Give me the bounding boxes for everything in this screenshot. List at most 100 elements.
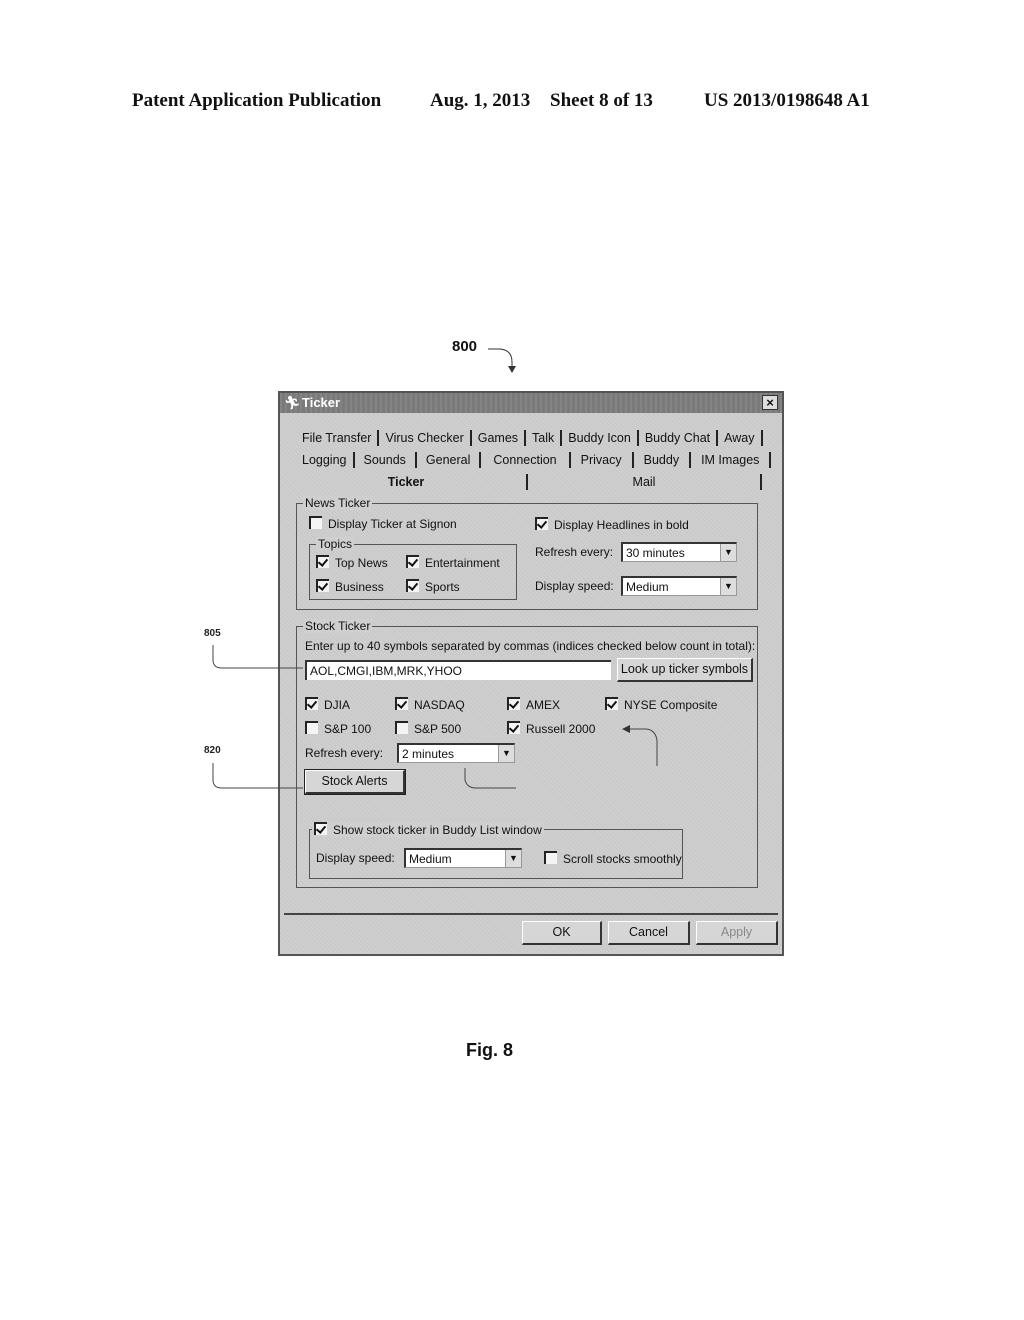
topic-sports[interactable]: Sports — [406, 579, 460, 594]
ref-820: 820 — [204, 745, 221, 756]
checkbox-checked[interactable] — [406, 555, 419, 568]
running-man-icon: 🏃︎ — [284, 395, 301, 410]
checkbox-checked[interactable] — [314, 822, 327, 835]
tab-buddy-chat[interactable]: Buddy Chat — [639, 430, 719, 446]
stock-refresh-select[interactable]: 2 minutes ▼ — [397, 743, 515, 763]
symbols-input[interactable]: AOL,CMGI,IBM,MRK,YHOO — [305, 660, 611, 680]
checkbox-unchecked[interactable] — [395, 721, 408, 734]
news-refresh-select[interactable]: 30 minutes ▼ — [621, 542, 737, 562]
index-label: NYSE Composite — [624, 698, 718, 712]
index-label: S&P 100 — [324, 722, 372, 736]
arrow-800 — [508, 366, 516, 373]
tab-buddy[interactable]: Buddy — [634, 452, 692, 468]
topic-entertainment[interactable]: Entertainment — [406, 555, 500, 570]
tab-general[interactable]: General — [417, 452, 482, 468]
chevron-down-icon[interactable]: ▼ — [720, 544, 736, 561]
index-sp500[interactable]: S&P 500 — [395, 721, 461, 736]
checkbox-checked[interactable] — [316, 555, 329, 568]
tab-row-3: Ticker Mail — [286, 474, 776, 494]
index-djia[interactable]: DJIA — [305, 697, 350, 712]
index-russell-2000[interactable]: Russell 2000 — [507, 721, 595, 736]
index-amex[interactable]: AMEX — [507, 697, 560, 712]
news-ticker-group: News Ticker Display Ticker at Signon Dis… — [296, 496, 758, 610]
checkbox-unchecked[interactable] — [309, 516, 322, 529]
news-speed-label: Display speed: — [535, 579, 614, 593]
title-bar[interactable]: 🏃︎ Ticker × — [280, 393, 782, 413]
tab-sounds[interactable]: Sounds — [355, 452, 417, 468]
chevron-down-icon[interactable]: ▼ — [720, 578, 736, 595]
apply-button[interactable]: Apply — [696, 921, 778, 945]
buddy-speed-label: Display speed: — [316, 851, 395, 865]
tab-row-1: File Transfer Virus Checker Games Talk Buddy… — [296, 430, 763, 450]
tab-row-2: Logging Sounds General Connection Privacy Bud… — [296, 452, 772, 472]
stock-ticker-group: Stock Ticker Enter up to 40 symbols sepa… — [296, 619, 758, 888]
index-label: DJIA — [324, 698, 351, 712]
tab-virus-checker[interactable]: Virus Checker — [379, 430, 472, 446]
ref-805: 805 — [204, 628, 221, 639]
sheet-number: Sheet 8 of 13 — [550, 90, 653, 111]
checkbox-checked[interactable] — [305, 697, 318, 710]
checkbox-checked[interactable] — [507, 721, 520, 734]
leader-800 — [488, 348, 513, 368]
tab-logging[interactable]: Logging — [296, 452, 355, 468]
news-refresh-value: 30 minutes — [626, 546, 685, 560]
index-label: S&P 500 — [414, 722, 462, 736]
index-label: Russell 2000 — [526, 722, 596, 736]
tab-away[interactable]: Away — [718, 430, 763, 446]
index-sp100[interactable]: S&P 100 — [305, 721, 371, 736]
index-nyse-composite[interactable]: NYSE Composite — [605, 697, 717, 712]
tab-file-transfer[interactable]: File Transfer — [296, 430, 380, 446]
scroll-smoothly-label: Scroll stocks smoothly — [563, 852, 682, 866]
topic-top-news[interactable]: Top News — [316, 555, 388, 570]
checkbox-unchecked[interactable] — [544, 851, 557, 864]
topic-label: Sports — [425, 580, 460, 594]
stock-refresh-value: 2 minutes — [402, 747, 455, 761]
checkbox-unchecked[interactable] — [305, 721, 318, 734]
tab-ticker[interactable]: Ticker — [286, 474, 528, 490]
news-speed-select[interactable]: Medium ▼ — [621, 576, 737, 596]
scroll-smoothly-checkbox[interactable]: Scroll stocks smoothly — [544, 851, 682, 866]
checkbox-checked[interactable] — [507, 697, 520, 710]
tab-im-images[interactable]: IM Images — [691, 452, 772, 468]
news-speed-value: Medium — [626, 580, 669, 594]
window-title: Ticker — [302, 395, 341, 410]
symbols-instructions: Enter up to 40 symbols separated by comm… — [305, 639, 756, 653]
chevron-down-icon[interactable]: ▼ — [505, 850, 521, 867]
show-in-buddy-list-checkbox[interactable]: Show stock ticker in Buddy List window — [312, 822, 544, 837]
topic-business[interactable]: Business — [316, 579, 384, 594]
tab-games[interactable]: Games — [472, 430, 527, 446]
news-ticker-label: News Ticker — [303, 496, 373, 510]
stock-ticker-label: Stock Ticker — [303, 619, 373, 633]
stock-refresh-label: Refresh every: — [305, 746, 384, 760]
stock-alerts-button[interactable]: Stock Alerts — [304, 769, 406, 795]
topic-label: Top News — [335, 556, 388, 570]
checkbox-checked[interactable] — [406, 579, 419, 592]
checkbox-checked[interactable] — [535, 517, 548, 530]
close-button[interactable]: × — [762, 395, 778, 410]
index-label: NASDAQ — [414, 698, 465, 712]
headlines-bold-checkbox[interactable]: Display Headlines in bold — [535, 517, 689, 532]
buddy-speed-select[interactable]: Medium ▼ — [404, 848, 522, 868]
checkbox-checked[interactable] — [316, 579, 329, 592]
publication-date: Aug. 1, 2013 — [430, 90, 531, 111]
ticker-dialog: 🏃︎ Ticker × File Transfer Virus Checker Ga… — [278, 391, 784, 956]
checkbox-checked[interactable] — [605, 697, 618, 710]
tab-talk[interactable]: Talk — [526, 430, 563, 446]
topics-label: Topics — [316, 537, 355, 551]
show-in-buddy-list-label: Show stock ticker in Buddy List window — [333, 823, 542, 837]
cancel-button[interactable]: Cancel — [608, 921, 690, 945]
tab-connection[interactable]: Connection — [481, 452, 571, 468]
footer-divider — [284, 913, 778, 915]
tab-mail[interactable]: Mail — [528, 474, 762, 490]
tab-buddy-icon[interactable]: Buddy Icon — [562, 430, 639, 446]
tab-privacy[interactable]: Privacy — [571, 452, 634, 468]
index-label: AMEX — [526, 698, 561, 712]
ok-button[interactable]: OK — [522, 921, 602, 945]
lookup-symbols-button[interactable]: Look up ticker symbols — [617, 658, 753, 682]
chevron-down-icon[interactable]: ▼ — [498, 745, 514, 762]
patent-number: US 2013/0198648 A1 — [704, 90, 870, 111]
index-nasdaq[interactable]: NASDAQ — [395, 697, 465, 712]
headlines-bold-label: Display Headlines in bold — [554, 518, 689, 532]
checkbox-checked[interactable] — [395, 697, 408, 710]
display-at-signon-checkbox[interactable]: Display Ticker at Signon — [309, 516, 457, 531]
